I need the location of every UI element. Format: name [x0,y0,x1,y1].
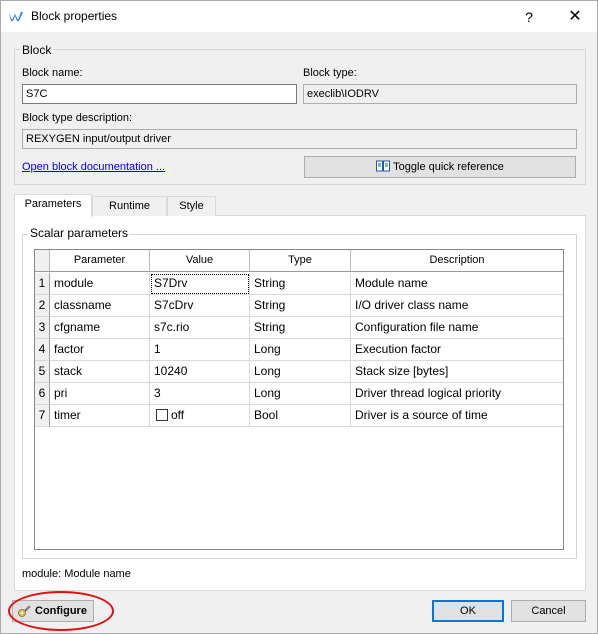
table-row[interactable]: 1 module S7Drv String Module name [35,273,563,295]
table-row[interactable]: 4 factor 1 Long Execution factor [35,339,563,361]
description-cell: Driver thread logical priority [351,383,563,405]
block-type-field[interactable]: execlib\IODRV [303,84,577,104]
description-cell: Stack size [bytes] [351,361,563,383]
row-number: 6 [35,383,50,405]
value-cell[interactable]: S7cDrv [150,295,250,317]
table-header-row: Parameter Value Type Description [35,250,563,272]
row-number: 7 [35,405,50,427]
cancel-button[interactable]: Cancel [511,600,586,622]
column-header-type[interactable]: Type [250,250,351,272]
block-properties-dialog: Block properties ? ✕ Block Block name: S… [0,0,598,634]
configure-button[interactable]: Configure [12,600,94,622]
configure-wrench-icon [18,605,31,617]
parameter-name-cell: timer [50,405,150,427]
row-number: 2 [35,295,50,317]
tab-runtime[interactable]: Runtime [92,196,167,216]
table-row[interactable]: 6 pri 3 Long Driver thread logical prior… [35,383,563,405]
parameter-help-text: module: Module name [22,568,131,580]
parameter-name-cell: pri [50,383,150,405]
row-number: 1 [35,273,50,295]
type-cell: Long [250,339,351,361]
parameters-table: Parameter Value Type Description 1 modul… [34,249,564,550]
column-header-description[interactable]: Description [351,250,563,272]
value-cell[interactable]: 1 [150,339,250,361]
type-cell: String [250,273,351,295]
tab-parameters[interactable]: Parameters [14,194,92,217]
scalar-parameters-title: Scalar parameters [28,226,131,240]
type-cell: String [250,295,351,317]
book-icon [376,160,391,172]
open-documentation-link[interactable]: Open block documentation ... [22,161,165,173]
toggle-quick-reference-button[interactable]: Toggle quick reference [304,156,576,178]
block-description-field[interactable]: REXYGEN input/output driver [22,129,577,149]
type-cell: String [250,317,351,339]
description-cell: Module name [351,273,563,295]
timer-checkbox[interactable] [156,409,168,421]
block-name-label: Block name: [22,67,83,79]
block-type-label: Block type: [303,67,357,79]
parameter-name-cell: module [50,273,150,295]
ok-button[interactable]: OK [432,600,504,622]
type-cell: Long [250,361,351,383]
block-group-title: Block [20,43,54,57]
value-cell[interactable]: 10240 [150,361,250,383]
tab-style[interactable]: Style [167,196,216,216]
help-button[interactable]: ? [517,6,541,28]
table-row[interactable]: 5 stack 10240 Long Stack size [bytes] [35,361,563,383]
row-number: 4 [35,339,50,361]
description-cell: Execution factor [351,339,563,361]
type-cell: Long [250,383,351,405]
parameter-name-cell: stack [50,361,150,383]
table-row[interactable]: 3 cfgname s7c.rio String Configuration f… [35,317,563,339]
configure-label: Configure [35,605,87,617]
close-button[interactable]: ✕ [563,6,587,28]
corner-header [35,250,50,272]
block-name-field[interactable]: S7C [22,84,297,104]
value-cell[interactable]: off [150,405,250,427]
column-header-value[interactable]: Value [150,250,250,272]
block-description-label: Block type description: [22,112,133,124]
parameter-name-cell: classname [50,295,150,317]
value-cell[interactable]: s7c.rio [150,317,250,339]
row-number: 3 [35,317,50,339]
parameter-name-cell: factor [50,339,150,361]
title-bar: Block properties ? ✕ [1,1,597,32]
timer-value-label: off [171,408,185,422]
value-cell[interactable]: 3 [150,383,250,405]
column-header-parameter[interactable]: Parameter [50,250,150,272]
toggle-quick-reference-label: Toggle quick reference [393,161,504,173]
description-cell: I/O driver class name [351,295,563,317]
type-cell: Bool [250,405,351,427]
description-cell: Configuration file name [351,317,563,339]
table-row[interactable]: 7 timer off Bool Driver is a source of t… [35,405,563,427]
parameter-name-cell: cfgname [50,317,150,339]
row-number: 5 [35,361,50,383]
table-row[interactable]: 2 classname S7cDrv String I/O driver cla… [35,295,563,317]
rexygen-logo-icon [9,12,23,21]
description-cell: Driver is a source of time [351,405,563,427]
value-cell[interactable]: S7Drv [150,273,250,295]
window-title: Block properties [31,9,118,23]
